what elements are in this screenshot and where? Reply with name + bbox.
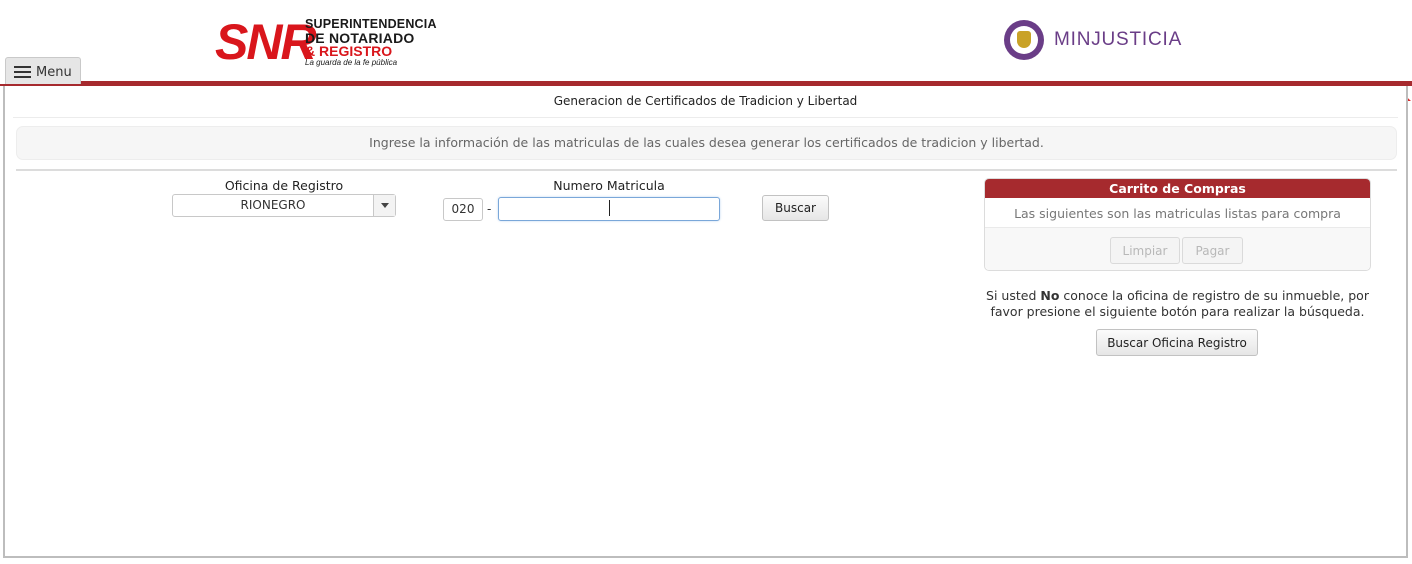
colombia-seal-icon (1004, 20, 1044, 60)
minjusticia-logo: MINJUSTICIA (1004, 18, 1182, 62)
oficina-select[interactable]: RIONEGRO (172, 194, 396, 217)
buscar-button[interactable]: Buscar (762, 195, 829, 221)
menu-button[interactable]: Menu (5, 57, 81, 86)
page-title: Generacion de Certificados de Tradicion … (553, 94, 858, 108)
hint-bold: No (1040, 288, 1060, 303)
snr-logo: SNR SUPERINTENDENCIA DE NOTARIADO & REGI… (215, 14, 436, 70)
main-panel: Generacion de Certificados de Tradicion … (3, 86, 1408, 558)
shopping-cart-panel: Carrito de Compras Las siguientes son la… (984, 178, 1371, 271)
cart-subtitle: Las siguientes son las matriculas listas… (1014, 206, 1341, 221)
info-banner: Ingrese la información de las matriculas… (16, 126, 1397, 160)
matricula-prefix: 020 (443, 198, 483, 221)
limpiar-button[interactable]: Limpiar (1110, 237, 1180, 264)
snr-logo-line3: & REGISTRO (305, 43, 393, 59)
snr-logo-text: SUPERINTENDENCIA DE NOTARIADO & REGISTRO… (305, 18, 437, 68)
hamburger-icon (14, 66, 31, 78)
snr-logo-letters: SNR (215, 14, 317, 70)
form-divider (16, 169, 1397, 171)
cart-title: Carrito de Compras (985, 179, 1370, 198)
pagar-button[interactable]: Pagar (1182, 237, 1243, 264)
buscar-oficina-button[interactable]: Buscar Oficina Registro (1096, 329, 1258, 356)
oficina-dropdown-toggle[interactable] (373, 195, 395, 216)
snr-logo-tagline: La guarda de la fe pública (305, 58, 398, 67)
hint-prefix: Si usted (986, 288, 1041, 303)
minjusticia-label: MINJUSTICIA (1054, 29, 1183, 50)
matricula-dash: - (487, 202, 492, 216)
oficina-value: RIONEGRO (240, 198, 306, 212)
cart-footer: Limpiar Pagar (985, 228, 1370, 270)
chevron-down-icon (380, 203, 389, 208)
text-cursor (609, 200, 610, 216)
title-divider (13, 117, 1398, 118)
menu-label: Menu (36, 64, 72, 80)
oficina-label: Oficina de Registro (224, 178, 344, 193)
matricula-label: Numero Matricula (553, 178, 665, 193)
search-office-hint: Si usted No conoce la oficina de registr… (984, 288, 1371, 320)
